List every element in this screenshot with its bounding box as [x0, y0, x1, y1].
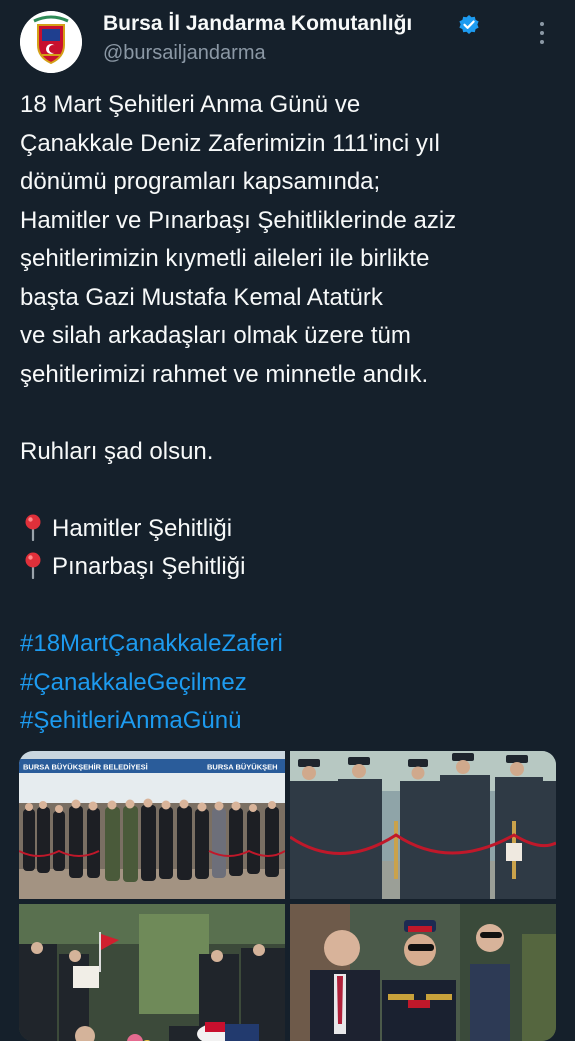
round-pushpin-icon	[25, 514, 41, 541]
media-photo-2[interactable]	[290, 751, 556, 899]
verified-badge-icon	[459, 15, 479, 34]
location-hamitler: Hamitler Şehitliği	[52, 514, 233, 542]
media-grid: BURSA BÜYÜKŞEHİR BELEDİYESİ BURSA BÜYÜKŞ…	[19, 751, 556, 1041]
banner-text-right: BURSA BÜYÜKŞEH	[207, 763, 278, 772]
tweet-line: Hamitler ve Pınarbaşı Şehitliklerinde az…	[20, 206, 457, 234]
more-options-icon[interactable]	[530, 20, 554, 46]
tweet-line: şehitlerimizin kıymetli aileleri ile bir…	[20, 245, 430, 272]
media-photo-1[interactable]: BURSA BÜYÜKŞEHİR BELEDİYESİ BURSA BÜYÜKŞ…	[19, 751, 285, 899]
tweet-line: şehitlerimizi rahmet ve minnetle andık.	[20, 360, 429, 388]
memorial-crowd-photo	[19, 904, 285, 1041]
tweet-line: başta Gazi Mustafa Kemal Atatürk	[20, 283, 383, 311]
officers-closeup-photo	[290, 904, 556, 1041]
display-name[interactable]: Bursa İl Jandarma Komutanlığı	[103, 12, 412, 36]
tweet-header: Bursa İl Jandarma Komutanlığı @bursailja…	[0, 0, 575, 80]
round-pushpin-icon	[25, 552, 41, 579]
tweet-line: dönümü programları kapsamında;	[20, 168, 381, 195]
tweet-line: Çanakkale Deniz Zaferimizin 111'inci yıl	[20, 129, 440, 157]
gendarmerie-emblem-icon	[20, 11, 82, 73]
user-handle[interactable]: @bursailjandarma	[103, 42, 266, 65]
soldiers-salute-photo	[290, 751, 556, 899]
ceremony-group-photo: BURSA BÜYÜKŞEHİR BELEDİYESİ BURSA BÜYÜKŞ…	[19, 751, 285, 899]
location-pinarbasi: Pınarbaşı Şehitliği	[52, 553, 246, 580]
tweet-text: 18 Mart Şehitleri Anma Günü ve Çanakkale…	[20, 86, 560, 741]
avatar[interactable]	[20, 11, 82, 73]
tweet-line: ve silah arkadaşları olmak üzere tüm	[20, 322, 411, 349]
closing-line: Ruhları şad olsun.	[20, 437, 214, 465]
tweet-line: 18 Mart Şehitleri Anma Günü ve	[20, 91, 361, 118]
location-line: Hamitler Şehitliği	[20, 510, 560, 549]
hashtag-link[interactable]: #18MartÇanakkaleZaferi	[20, 625, 560, 664]
media-photo-4[interactable]	[290, 904, 556, 1041]
banner-text-left: BURSA BÜYÜKŞEHİR BELEDİYESİ	[23, 763, 148, 772]
hashtag-link[interactable]: #ŞehitleriAnmaGünü	[20, 702, 560, 741]
hashtag-link[interactable]: #ÇanakkaleGeçilmez	[20, 664, 560, 703]
location-line: Pınarbaşı Şehitliği	[20, 548, 560, 587]
media-photo-3[interactable]	[19, 904, 285, 1041]
